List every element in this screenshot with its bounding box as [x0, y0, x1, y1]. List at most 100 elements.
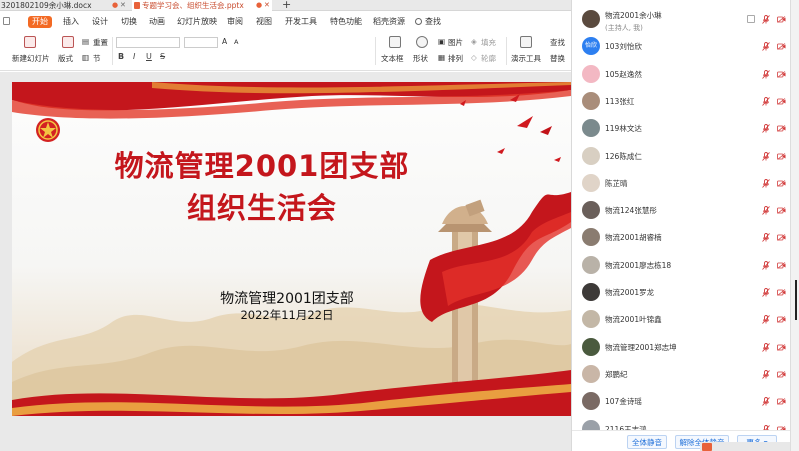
new-slide-icon[interactable]	[24, 36, 36, 48]
menu-design[interactable]: 设计	[92, 16, 108, 28]
camera-off-icon[interactable]	[777, 43, 786, 51]
participant-row[interactable]: 物流2001廖志栋18	[572, 252, 799, 279]
participant-row[interactable]: 物流2001胡睿楠	[572, 224, 799, 251]
menu-view[interactable]: 视图	[256, 16, 272, 28]
mute-all-button[interactable]: 全体静音	[627, 435, 667, 449]
slide[interactable]: 物流管理2001团支部 组织生活会 物流管理2001团支部 2022年11月22…	[12, 82, 571, 416]
search-icon[interactable]	[415, 18, 422, 25]
camera-off-icon[interactable]	[777, 289, 786, 296]
font-grow-button[interactable]: A	[222, 37, 227, 46]
pptx-file-icon	[134, 2, 140, 9]
slide-subtitle[interactable]: 物流管理2001团支部	[167, 288, 407, 308]
mic-muted-icon[interactable]	[762, 315, 770, 325]
menu-transition[interactable]: 切换	[121, 16, 137, 28]
textbox-icon[interactable]	[389, 36, 401, 48]
participant-row[interactable]: 113张红	[572, 88, 799, 115]
mic-muted-icon[interactable]	[762, 342, 770, 352]
camera-off-icon[interactable]	[777, 70, 786, 78]
slide-title-line2[interactable]: 组织生活会	[72, 185, 452, 227]
mic-muted-icon[interactable]	[762, 260, 770, 270]
new-tab-button[interactable]: +	[282, 0, 291, 10]
menu-features[interactable]: 特色功能	[330, 16, 362, 28]
reset-button[interactable]: 重置	[93, 37, 108, 48]
fill-button[interactable]: 填充	[481, 37, 496, 48]
participant-row[interactable]: 126陈成仁	[572, 143, 799, 170]
participant-row[interactable]: 陈芷晴	[572, 170, 799, 197]
mic-muted-icon[interactable]	[762, 369, 770, 379]
participant-row[interactable]: 105赵逸然	[572, 61, 799, 88]
shape-button[interactable]: 形状	[413, 53, 428, 64]
menu-docer[interactable]: 稻壳资源	[373, 16, 405, 28]
mic-muted-icon[interactable]	[762, 151, 770, 161]
participant-row[interactable]: 物流124张慧彤	[572, 197, 799, 224]
replace-button[interactable]: 替换	[550, 53, 565, 64]
section-button[interactable]: 节	[93, 53, 101, 64]
mic-muted-icon[interactable]	[762, 42, 770, 52]
layout-icon[interactable]	[62, 36, 74, 48]
outline-button[interactable]: 轮廓	[481, 53, 496, 64]
font-size-select[interactable]	[184, 37, 218, 48]
avatar	[582, 364, 600, 383]
participant-row[interactable]: 物流2001叶锦鑫	[572, 306, 799, 333]
mic-muted-icon[interactable]	[762, 397, 770, 406]
slide-date[interactable]: 2022年11月22日	[167, 307, 407, 323]
camera-off-icon[interactable]	[777, 398, 786, 405]
participant-row[interactable]: 怡欣 103刘怡欣	[572, 33, 799, 60]
slide-title-line1[interactable]: 物流管理2001团支部	[72, 143, 452, 185]
camera-off-icon[interactable]	[777, 343, 786, 351]
mic-muted-icon[interactable]	[762, 178, 770, 188]
resize-handle[interactable]	[795, 280, 797, 320]
camera-off-icon[interactable]	[777, 179, 786, 187]
mic-muted-icon[interactable]	[762, 206, 770, 215]
italic-button[interactable]: I	[133, 52, 135, 61]
mic-muted-icon[interactable]	[762, 233, 770, 243]
menu-home[interactable]: 开始	[28, 16, 52, 28]
participant-row[interactable]: 郑鹏纪	[572, 361, 799, 388]
present-tool-button[interactable]: 演示工具	[511, 53, 541, 64]
font-family-select[interactable]	[116, 37, 180, 48]
bold-button[interactable]: B	[118, 52, 124, 61]
camera-off-icon[interactable]	[777, 152, 786, 160]
mic-muted-icon[interactable]	[762, 15, 770, 24]
font-shrink-button[interactable]: A	[234, 38, 238, 46]
camera-off-icon[interactable]	[777, 234, 786, 242]
picture-button[interactable]: 图片	[448, 37, 463, 48]
arrange-button[interactable]: 排列	[448, 53, 463, 64]
camera-off-icon[interactable]	[777, 261, 786, 269]
strike-button[interactable]: S	[160, 52, 165, 61]
tab-pptx[interactable]: 专题学习会、组织生活会.pptx ● ✕	[132, 0, 272, 11]
textbox-button[interactable]: 文本框	[381, 53, 404, 64]
menu-animation[interactable]: 动画	[149, 16, 165, 28]
present-tool-icon[interactable]	[520, 36, 532, 48]
camera-off-icon[interactable]	[777, 207, 786, 214]
underline-button[interactable]: U	[146, 52, 152, 61]
file-menu-icon[interactable]	[3, 17, 10, 25]
menu-slideshow[interactable]: 幻灯片放映	[177, 16, 217, 28]
find-button[interactable]: 查找	[550, 37, 565, 48]
menu-search[interactable]: 查找	[425, 16, 441, 28]
camera-off-icon[interactable]	[777, 316, 786, 324]
participant-row[interactable]: 物流2001余小琳 (主持人, 我)	[572, 6, 799, 33]
mic-muted-icon[interactable]	[762, 124, 770, 133]
participant-row[interactable]: 物流管理2001郑志坤	[572, 334, 799, 361]
participant-row[interactable]: 107金诗瑶	[572, 388, 799, 415]
layout-button[interactable]: 版式	[58, 53, 73, 64]
camera-off-icon[interactable]	[777, 16, 786, 23]
menu-review[interactable]: 审阅	[227, 16, 243, 28]
participant-row[interactable]: 物流2001罗龙	[572, 279, 799, 306]
shape-icon[interactable]	[416, 36, 428, 48]
close-tab-icon[interactable]: ✕	[264, 0, 270, 11]
tab-docx[interactable]: 3201802109余小琳.docx ● ✕	[0, 0, 128, 11]
menu-insert[interactable]: 插入	[63, 16, 79, 28]
wps-taskbar-icon[interactable]	[702, 443, 712, 451]
camera-off-icon[interactable]	[777, 125, 786, 132]
close-tab-icon[interactable]: ✕	[120, 0, 126, 11]
mic-muted-icon[interactable]	[762, 69, 770, 79]
menu-developer[interactable]: 开发工具	[285, 16, 317, 28]
camera-off-icon[interactable]	[777, 98, 786, 105]
participant-row[interactable]: 119林文达	[572, 115, 799, 142]
mic-muted-icon[interactable]	[762, 96, 770, 106]
camera-off-icon[interactable]	[777, 371, 786, 378]
new-slide-button[interactable]: 新建幻灯片	[12, 53, 50, 64]
mic-muted-icon[interactable]	[762, 288, 770, 297]
